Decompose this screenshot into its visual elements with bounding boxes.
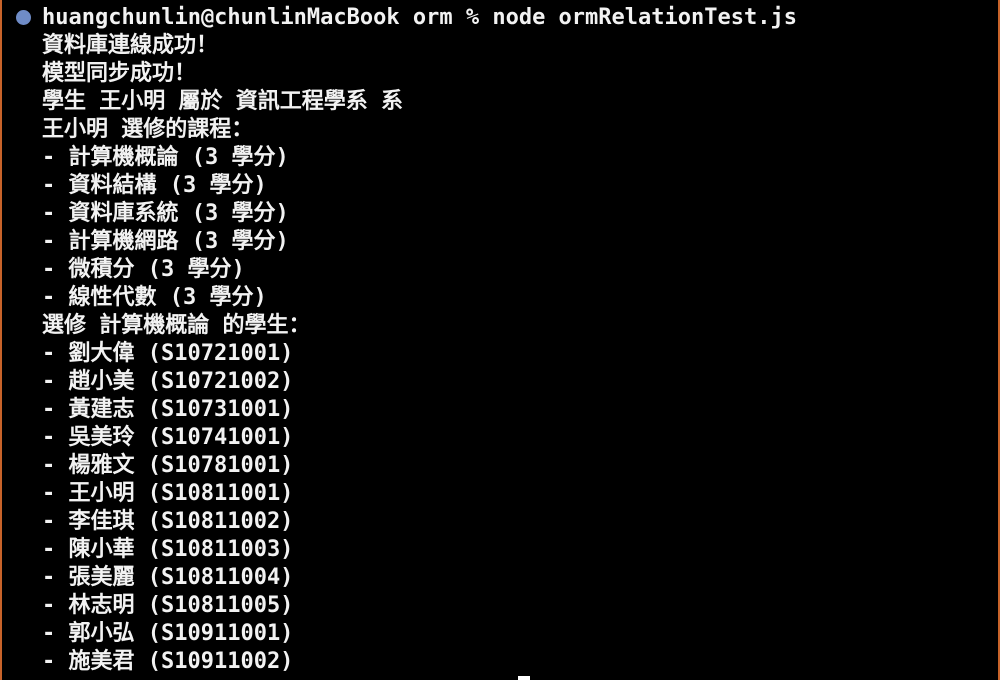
output-line: - 資料庫系統 (3 學分) [42, 201, 289, 226]
output-line: - 劉大偉 (S10721001) [42, 341, 294, 366]
output-line: - 黃建志 (S10731001) [42, 397, 294, 422]
output-line: - 陳小華 (S10811003) [42, 537, 294, 562]
output-line: - 線性代數 (3 學分) [42, 285, 267, 310]
output-line: - 微積分 (3 學分) [42, 257, 245, 282]
output-line: - 李佳琪 (S10811002) [42, 509, 294, 534]
output-line: - 林志明 (S10811005) [42, 593, 294, 618]
output-line: 模型同步成功！ [42, 61, 197, 86]
text-cursor [518, 676, 530, 680]
output-line: - 王小明 (S10811001) [42, 481, 294, 506]
terminal-window[interactable]: huangchunlin@chunlinMacBook orm % node o… [0, 0, 1000, 680]
output-line: 選修 計算機概論 的學生： [42, 313, 311, 338]
output-line: 資料庫連線成功！ [42, 33, 219, 58]
output-line: - 計算機概論 (3 學分) [42, 145, 289, 170]
output-line: - 趙小美 (S10721002) [42, 369, 294, 394]
output-line: - 張美麗 (S10811004) [42, 565, 294, 590]
output-line: 學生 王小明 屬於 資訊工程學系 系 [42, 89, 403, 114]
output-line: - 楊雅文 (S10781001) [42, 453, 294, 478]
command-line: huangchunlin@chunlinMacBook orm % node o… [42, 5, 797, 30]
output-line: - 吳美玲 (S10741001) [42, 425, 294, 450]
prompt-status-icon [16, 10, 31, 25]
output-line: - 資料結構 (3 學分) [42, 173, 267, 198]
output-line: - 施美君 (S10911002) [42, 649, 294, 674]
output-line: - 計算機網路 (3 學分) [42, 229, 289, 254]
output-line: 王小明 選修的課程： [42, 117, 254, 142]
output-line: - 郭小弘 (S10911001) [42, 621, 294, 646]
